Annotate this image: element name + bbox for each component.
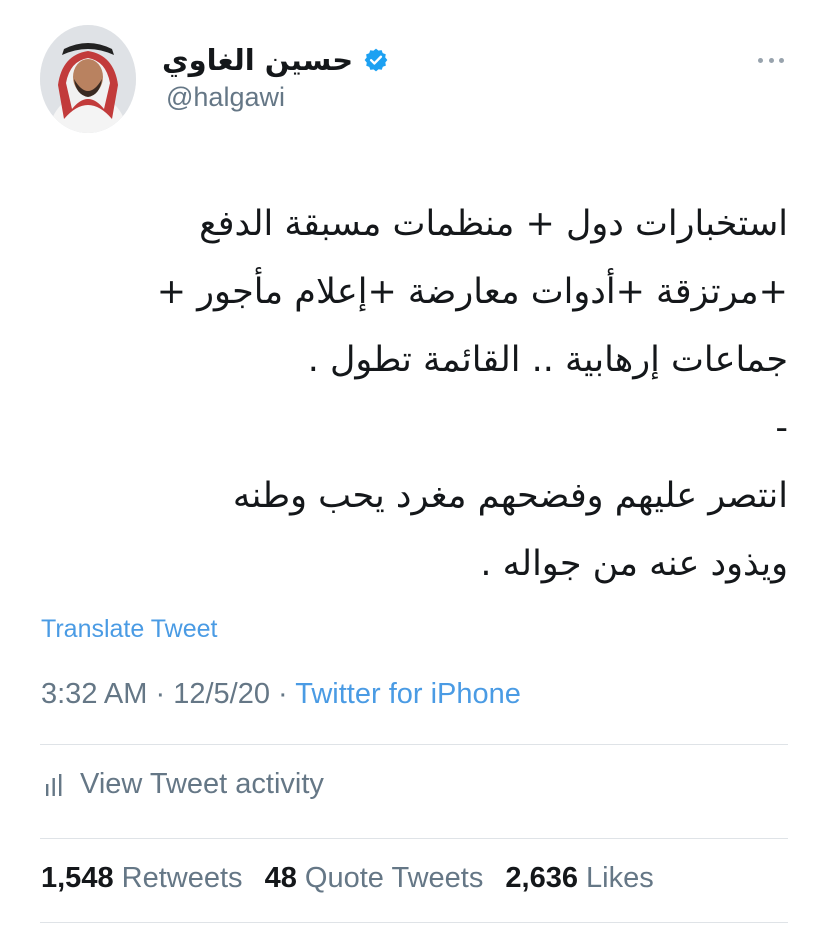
quote-tweets-count: 48 [264, 862, 297, 894]
user-handle[interactable]: @halgawi [166, 82, 285, 113]
tweet-text-line: انتصر عليهم وفضحهم مغرد يحب وطنه [232, 476, 788, 516]
tweet-text: استخبارات دول + منظمات مسبقة الدفع +مرتز… [40, 190, 788, 598]
more-horizontal-icon[interactable] [758, 55, 784, 65]
tweet-metadata: 3:32 AM · 12/5/20 · Twitter for iPhone [41, 678, 521, 711]
avatar[interactable] [40, 25, 136, 133]
view-tweet-activity-button[interactable]: View Tweet activity [44, 768, 324, 801]
tweet-text-line: +مرتزقة +أدوات معارضة +إعلام مأجور + [156, 272, 788, 312]
meta-separator: · [155, 678, 166, 710]
divider [40, 744, 788, 745]
meta-separator: · [278, 678, 288, 710]
retweets-label: Retweets [121, 862, 243, 894]
tweet-source-link[interactable]: Twitter for iPhone [295, 678, 521, 710]
tweet-text-line: - [775, 408, 788, 448]
translate-tweet-link[interactable]: Translate Tweet [41, 615, 217, 644]
bar-chart-icon [44, 772, 64, 798]
tweet-text-line: جماعات إرهابية .. القائمة تطول . [307, 340, 788, 380]
tweet-time: 3:32 AM [41, 678, 148, 710]
tweet-stats: 1,548 Retweets 48 Quote Tweets 2,636 Lik… [41, 862, 668, 895]
quote-tweets-label: Quote Tweets [304, 862, 484, 894]
retweets-stat[interactable]: 1,548 Retweets [41, 862, 243, 894]
likes-stat[interactable]: 2,636 Likes [505, 862, 653, 894]
retweets-count: 1,548 [41, 862, 114, 894]
divider [40, 922, 788, 923]
user-avatar [40, 25, 136, 133]
display-name[interactable]: حسين الغاوي [162, 45, 353, 75]
quote-tweets-stat[interactable]: 48 Quote Tweets [265, 862, 484, 894]
view-tweet-activity-label: View Tweet activity [80, 768, 324, 800]
likes-count: 2,636 [505, 862, 578, 894]
tweet-date: 12/5/20 [173, 678, 270, 710]
tweet-text-line: استخبارات دول + منظمات مسبقة الدفع [199, 204, 788, 244]
author-row[interactable]: حسين الغاوي [162, 38, 389, 82]
verified-badge-icon [363, 47, 389, 73]
tweet-text-line: ويذود عنه من جواله . [480, 544, 788, 584]
likes-label: Likes [586, 862, 654, 894]
divider [40, 838, 788, 839]
